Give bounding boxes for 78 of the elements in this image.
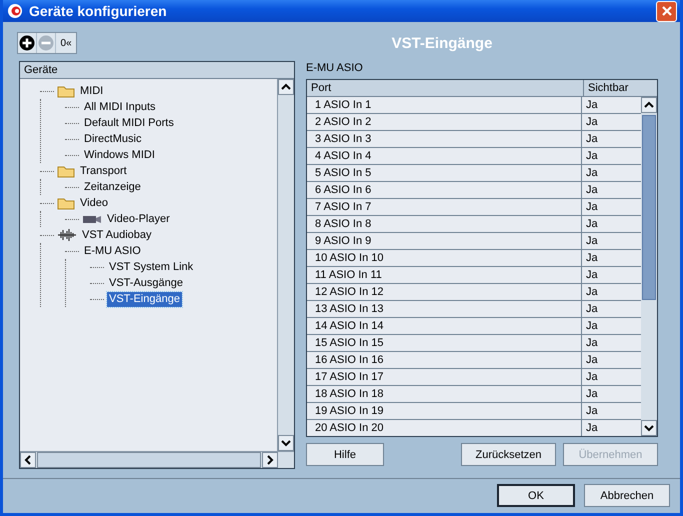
table-cell: 2 ASIO In 2 bbox=[307, 114, 582, 130]
tree-item[interactable]: DirectMusic bbox=[82, 132, 144, 146]
table-cell-text: Ja bbox=[585, 166, 599, 181]
tree-item[interactable]: Default MIDI Ports bbox=[82, 116, 176, 130]
table-cell-text: Ja bbox=[585, 183, 599, 198]
table-cell-text: Ja bbox=[585, 268, 599, 283]
table-cell-text: Ja bbox=[585, 251, 599, 266]
table-cell-text: Ja bbox=[585, 98, 599, 113]
tree-item[interactable]: VST-Eingänge bbox=[107, 292, 182, 306]
waveform-icon bbox=[57, 228, 77, 242]
table-cell: 11 ASIO In 11 bbox=[307, 267, 582, 283]
folder-icon bbox=[57, 196, 75, 210]
tree-item[interactable]: VST System Link bbox=[107, 260, 196, 274]
table-cell-text: Ja bbox=[585, 336, 599, 351]
table-cell: 10 ASIO In 10 bbox=[307, 250, 582, 266]
tree-item[interactable]: VST-Ausgänge bbox=[107, 276, 185, 290]
table-cell-text: Ja bbox=[585, 370, 599, 385]
table-cell-text: Ja bbox=[585, 302, 599, 317]
table-cell: 6 ASIO In 6 bbox=[307, 182, 582, 198]
table-cell: 7 ASIO In 7 bbox=[307, 199, 582, 215]
scrollbar[interactable] bbox=[277, 79, 294, 451]
tree-item[interactable]: Transport bbox=[78, 164, 129, 178]
window-title: Geräte konfigurieren bbox=[29, 3, 168, 19]
table-cell: 3 ASIO In 3 bbox=[307, 131, 582, 147]
close-icon bbox=[660, 5, 672, 17]
tree-item[interactable]: E-MU ASIO bbox=[82, 244, 143, 258]
table-cell-text: Ja bbox=[585, 234, 599, 249]
column-header[interactable]: Port bbox=[307, 80, 584, 96]
tree-item[interactable]: Video-Player bbox=[105, 212, 172, 226]
tree-item[interactable]: Video bbox=[78, 196, 110, 210]
table-cell-text: Ja bbox=[585, 404, 599, 419]
table-cell: 5 ASIO In 5 bbox=[307, 165, 582, 181]
table-cell: 17 ASIO In 17 bbox=[307, 369, 582, 385]
column-header: Geräte bbox=[20, 62, 294, 79]
table-cell-text: Ja bbox=[585, 421, 599, 436]
column-header[interactable]: Sichtbar bbox=[584, 80, 657, 96]
table-cell-text: Ja bbox=[585, 149, 599, 164]
folder-icon bbox=[57, 164, 75, 178]
scrollbar[interactable] bbox=[641, 97, 657, 436]
device-label: E-MU ASIO bbox=[306, 61, 364, 76]
add-button[interactable] bbox=[18, 33, 37, 53]
table-cell-text: Ja bbox=[585, 387, 599, 402]
app-logo-icon bbox=[7, 3, 23, 19]
table-cell: 12 ASIO In 12 bbox=[307, 284, 582, 300]
panel-button[interactable]: Zurücksetzen bbox=[461, 443, 556, 466]
table-cell-text: Ja bbox=[585, 115, 599, 130]
table-cell-text: Ja bbox=[585, 353, 599, 368]
dialog-button[interactable]: Abbrechen bbox=[584, 484, 670, 507]
tree-item[interactable]: All MIDI Inputs bbox=[82, 100, 158, 114]
panel-button[interactable]: Hilfe bbox=[306, 443, 384, 466]
table-cell: 16 ASIO In 16 bbox=[307, 352, 582, 368]
table-cell: 8 ASIO In 8 bbox=[307, 216, 582, 232]
table-cell: 4 ASIO In 4 bbox=[307, 148, 582, 164]
table-cell-text: Ja bbox=[585, 200, 599, 215]
table-cell-text: Ja bbox=[585, 132, 599, 147]
table-cell-text: Ja bbox=[585, 217, 599, 232]
table-cell: 14 ASIO In 14 bbox=[307, 318, 582, 334]
minus-icon bbox=[38, 35, 54, 51]
panel-heading: VST-Eingänge bbox=[390, 34, 494, 52]
table-cell: 13 ASIO In 13 bbox=[307, 301, 582, 317]
table-cell: 15 ASIO In 15 bbox=[307, 335, 582, 351]
tree-item[interactable]: VST Audiobay bbox=[80, 228, 154, 242]
close-button[interactable] bbox=[656, 0, 677, 22]
table-cell: 1 ASIO In 1 bbox=[307, 97, 582, 113]
horizontal-scrollbar[interactable] bbox=[20, 451, 294, 468]
table-cell: 19 ASIO In 19 bbox=[307, 403, 582, 419]
tree-item[interactable]: Windows MIDI bbox=[82, 148, 157, 162]
plus-icon bbox=[19, 35, 35, 51]
dialog-button[interactable]: OK bbox=[497, 484, 575, 507]
table-cell: 18 ASIO In 18 bbox=[307, 386, 582, 402]
tree-item[interactable]: MIDI bbox=[78, 84, 106, 98]
tree-item[interactable]: Zeitanzeige bbox=[82, 180, 143, 194]
table-cell-text: Ja bbox=[585, 319, 599, 334]
camera-icon bbox=[82, 214, 102, 224]
table-cell: 9 ASIO In 9 bbox=[307, 233, 582, 249]
table-cell: 20 ASIO In 20 bbox=[307, 420, 582, 436]
table-cell-text: Ja bbox=[585, 285, 599, 300]
folder-icon bbox=[57, 84, 75, 98]
